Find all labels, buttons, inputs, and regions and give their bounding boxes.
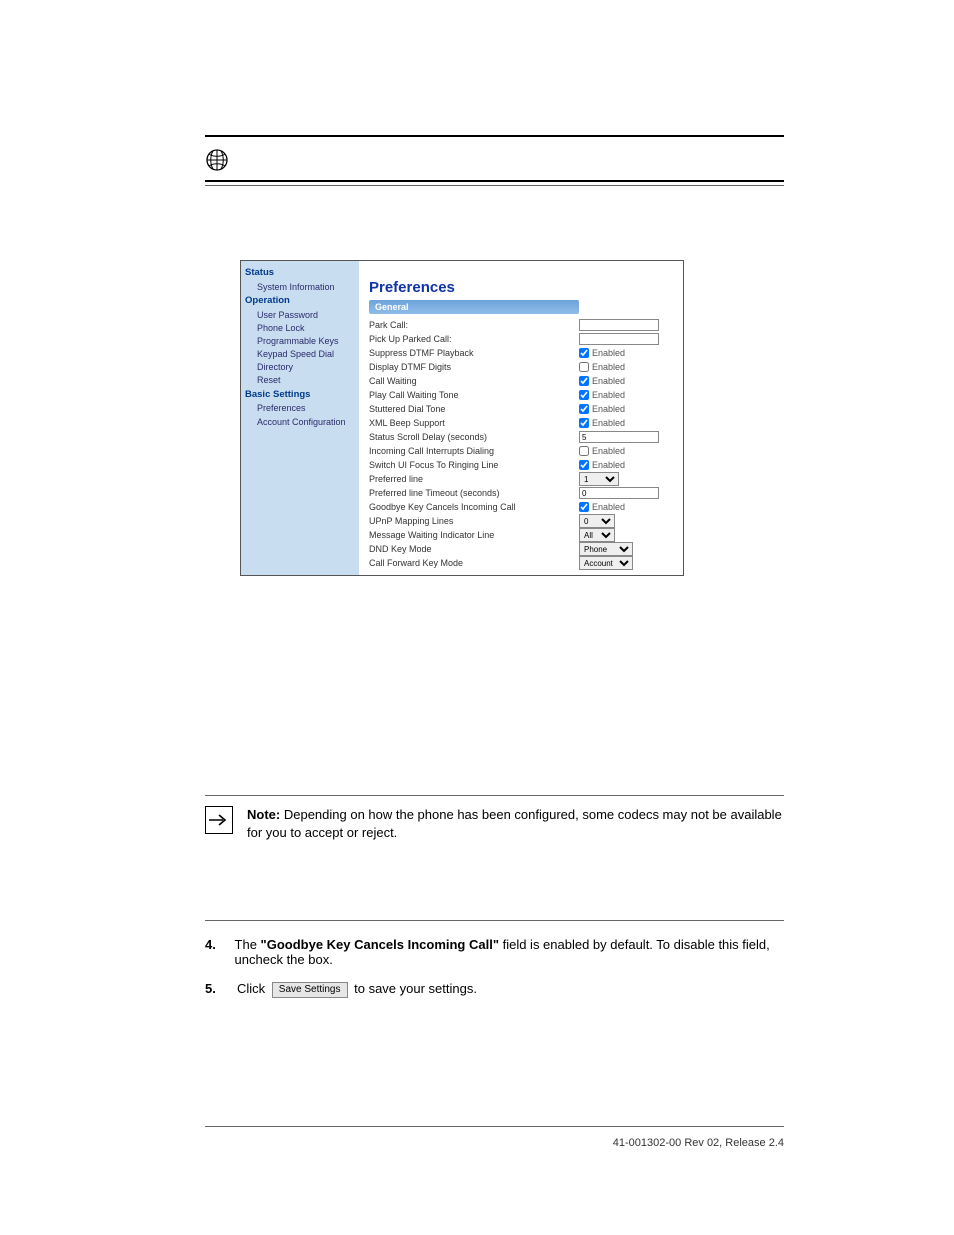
lbl-xml-beep: XML Beep Support	[369, 418, 579, 428]
lbl-pickup: Pick Up Parked Call:	[369, 334, 579, 344]
en-label: Enabled	[592, 460, 625, 470]
lbl-suppress-dtmf: Suppress DTMF Playback	[369, 348, 579, 358]
sel-dnd-mode[interactable]: Phone	[579, 542, 633, 556]
sidebar-item-progkeys[interactable]: Programmable Keys	[245, 335, 355, 347]
en-label: Enabled	[592, 502, 625, 512]
prefs-table: Park Call: Pick Up Parked Call: Suppress…	[369, 318, 675, 570]
lbl-pref-line: Preferred line	[369, 474, 579, 484]
en-label: Enabled	[592, 390, 625, 400]
en-label: Enabled	[592, 376, 625, 386]
sidebar-hdr-operation: Operation	[245, 295, 355, 308]
sidebar-item-account[interactable]: Account Configuration	[245, 416, 355, 428]
input-pickup[interactable]	[579, 333, 659, 345]
header-rule-thin	[205, 185, 784, 186]
step4-a: The	[235, 937, 261, 952]
globe-icon	[205, 148, 229, 172]
step5-b: to save your settings.	[351, 981, 477, 996]
lbl-incoming-interrupt: Incoming Call Interrupts Dialing	[369, 446, 579, 456]
input-park-call[interactable]	[579, 319, 659, 331]
input-scroll-delay[interactable]	[579, 431, 659, 443]
webui-screenshot: Status System Information Operation User…	[240, 260, 684, 576]
note-arrow-icon	[205, 806, 233, 834]
en-label: Enabled	[592, 348, 625, 358]
input-pref-line-timeout[interactable]	[579, 487, 659, 499]
step-5: 5. Click Save Settings to save your sett…	[205, 981, 784, 998]
note-prefix: Note:	[247, 807, 284, 822]
chk-suppress-dtmf[interactable]	[579, 348, 589, 358]
sidebar-item-preferences[interactable]: Preferences	[245, 402, 355, 414]
lbl-stutter: Stuttered Dial Tone	[369, 404, 579, 414]
note-block: Note: Depending on how the phone has bee…	[205, 795, 784, 841]
steps-block: 4. The "Goodbye Key Cancels Incoming Cal…	[205, 920, 784, 1012]
lbl-upnp: UPnP Mapping Lines	[369, 516, 579, 526]
lbl-cfwd-mode: Call Forward Key Mode	[369, 558, 579, 568]
header-icon-row	[205, 148, 229, 172]
preferences-title: Preferences	[369, 279, 675, 296]
step5-a: Click	[237, 981, 269, 996]
lbl-mwi-line: Message Waiting Indicator Line	[369, 530, 579, 540]
lbl-pref-line-timeout: Preferred line Timeout (seconds)	[369, 488, 579, 498]
en-label: Enabled	[592, 418, 625, 428]
sidebar-item-userpw[interactable]: User Password	[245, 309, 355, 321]
sidebar-item-sysinfo[interactable]: System Information	[245, 281, 355, 293]
chk-incoming-interrupt[interactable]	[579, 446, 589, 456]
sidebar-hdr-status: Status	[245, 267, 355, 280]
chk-play-cwt[interactable]	[579, 390, 589, 400]
top-rules	[205, 135, 784, 141]
chk-call-waiting[interactable]	[579, 376, 589, 386]
webui-main: Preferences General Park Call: Pick Up P…	[359, 261, 683, 575]
step-num: 5.	[205, 981, 223, 998]
chk-goodbye-cancel[interactable]	[579, 502, 589, 512]
footer-rule	[205, 1126, 784, 1127]
sidebar-item-directory[interactable]: Directory	[245, 361, 355, 373]
note-text: Note: Depending on how the phone has bee…	[247, 806, 784, 841]
sel-mwi-line[interactable]: All	[579, 528, 615, 542]
step-4: 4. The "Goodbye Key Cancels Incoming Cal…	[205, 937, 784, 967]
chk-switch-focus[interactable]	[579, 460, 589, 470]
chk-stutter[interactable]	[579, 404, 589, 414]
lbl-call-waiting: Call Waiting	[369, 376, 579, 386]
chk-display-dtmf[interactable]	[579, 362, 589, 372]
sidebar-item-reset[interactable]: Reset	[245, 374, 355, 386]
step-num: 4.	[205, 937, 221, 967]
section-bar-general: General	[369, 300, 579, 314]
lbl-scroll-delay: Status Scroll Delay (seconds)	[369, 432, 579, 442]
lbl-play-cwt: Play Call Waiting Tone	[369, 390, 579, 400]
lbl-switch-focus: Switch UI Focus To Ringing Line	[369, 460, 579, 470]
note-body: Depending on how the phone has been conf…	[247, 807, 782, 840]
lbl-goodbye-cancel: Goodbye Key Cancels Incoming Call	[369, 502, 579, 512]
webui-sidebar: Status System Information Operation User…	[241, 261, 359, 575]
en-label: Enabled	[592, 404, 625, 414]
en-label: Enabled	[592, 362, 625, 372]
lbl-display-dtmf: Display DTMF Digits	[369, 362, 579, 372]
sel-cfwd-mode[interactable]: Account	[579, 556, 633, 570]
page: Status System Information Operation User…	[0, 0, 954, 1235]
save-settings-button[interactable]: Save Settings	[272, 982, 348, 998]
lbl-dnd-mode: DND Key Mode	[369, 544, 579, 554]
footer-text: 41-001302-00 Rev 02, Release 2.4	[205, 1137, 784, 1149]
header-rule-thick	[205, 180, 784, 182]
sidebar-hdr-basic: Basic Settings	[245, 389, 355, 402]
sel-pref-line[interactable]: 1	[579, 472, 619, 486]
sidebar-item-speeddial[interactable]: Keypad Speed Dial	[245, 348, 355, 360]
step4-field: "Goodbye Key Cancels Incoming Call"	[261, 937, 499, 952]
chk-xml-beep[interactable]	[579, 418, 589, 428]
en-label: Enabled	[592, 446, 625, 456]
lbl-park-call: Park Call:	[369, 320, 579, 330]
sel-upnp[interactable]: 0	[579, 514, 615, 528]
sidebar-item-phonelock[interactable]: Phone Lock	[245, 322, 355, 334]
